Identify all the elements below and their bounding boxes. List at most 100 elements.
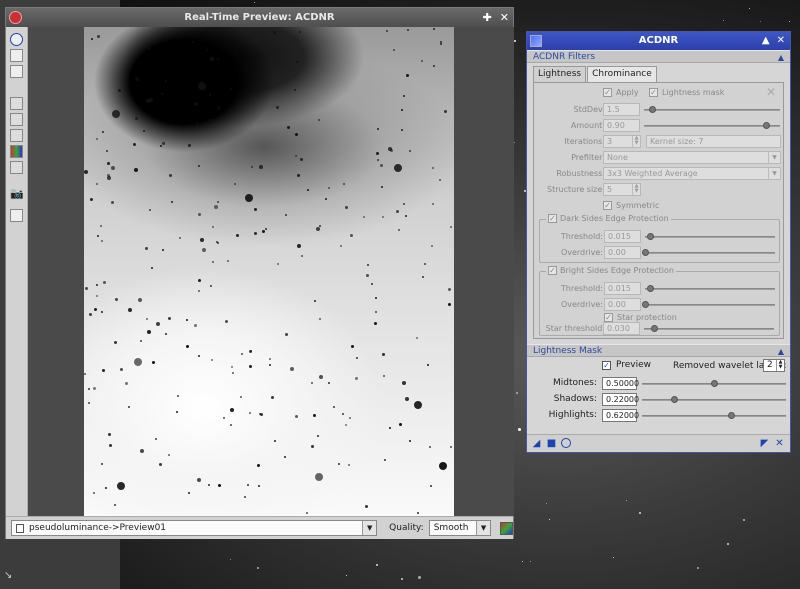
collapse-icon[interactable]: ▲ (778, 51, 784, 64)
bright-threshold-slider[interactable] (645, 285, 775, 292)
image-star (198, 81, 207, 90)
spin-arrows-icon[interactable]: ▲ ▼ (632, 136, 640, 147)
image-star (258, 413, 261, 416)
close-icon[interactable]: ✕ (777, 32, 785, 50)
slider-thumb[interactable] (647, 233, 655, 240)
star-threshold-field[interactable]: 0.030 (603, 322, 640, 335)
bright-overdrive-field[interactable]: 0.00 (604, 298, 641, 311)
image-star (210, 359, 213, 362)
image-star (164, 332, 167, 335)
midtones-slider[interactable] (642, 380, 786, 387)
desktop-arrow-icon[interactable]: ↘ (4, 570, 16, 582)
structure-size-spinner[interactable]: 5 ▲ ▼ (603, 183, 641, 196)
iterations-spinner[interactable]: 3 ▲ ▼ (603, 135, 641, 148)
blue-channel-icon[interactable] (10, 129, 23, 142)
shadows-label: Shadows: (553, 394, 597, 404)
green-channel-icon[interactable] (10, 113, 23, 126)
symmetric-checkbox[interactable]: ✓ (603, 201, 612, 210)
structure-size-value: 5 (607, 185, 613, 194)
image-star (139, 340, 142, 343)
slider-thumb[interactable] (728, 412, 736, 419)
wavelet-layers-spinner[interactable]: 2 ▲ ▼ (763, 359, 785, 372)
shadows-slider[interactable] (642, 396, 786, 403)
dark-overdrive-slider[interactable] (642, 249, 775, 256)
spin-arrows-icon[interactable]: ▲ ▼ (632, 184, 640, 195)
chevron-down-icon[interactable]: ▼ (768, 152, 780, 163)
dark-threshold-field[interactable]: 0.015 (604, 230, 641, 243)
close-x-icon[interactable]: ✕ (766, 85, 776, 99)
quality-select[interactable]: Smooth ▼ (428, 520, 492, 536)
lightness-mask-checkbox[interactable]: ✓ (649, 88, 658, 97)
dark-overdrive-field[interactable]: 0.00 (604, 246, 641, 259)
filters-section-header[interactable]: ACDNR Filters ▲ (527, 50, 790, 63)
preview-title-bar[interactable]: Real-Time Preview: ACDNR ✚ ✕ (6, 8, 513, 27)
star (723, 20, 725, 22)
slider-thumb[interactable] (763, 122, 771, 129)
image-star (116, 482, 125, 490)
amount-slider[interactable] (644, 122, 780, 129)
bright-overdrive-slider[interactable] (642, 301, 775, 308)
slider-thumb[interactable] (642, 301, 649, 308)
red-channel-icon[interactable] (10, 97, 23, 110)
stddev-slider[interactable] (644, 106, 780, 113)
chevron-down-icon[interactable]: ▼ (362, 521, 377, 535)
mask-section-header[interactable]: Lightness Mask ▲ (527, 344, 790, 357)
slider-thumb[interactable] (670, 396, 678, 403)
documentation-icon[interactable]: ◤ (759, 438, 770, 449)
slider-thumb[interactable] (711, 380, 718, 387)
tab-lightness[interactable]: Lightness (533, 66, 587, 82)
bright-threshold-field[interactable]: 0.015 (604, 282, 641, 295)
close-icon[interactable]: ✕ (500, 8, 509, 27)
chevron-down-icon[interactable]: ▼ (476, 521, 491, 535)
camera-icon[interactable]: 📷 (10, 187, 24, 200)
stddev-label: StdDev: (573, 105, 605, 114)
realtime-preview-icon[interactable] (561, 438, 571, 448)
zoom-full-icon[interactable] (10, 65, 23, 78)
zoom-fit-icon[interactable] (10, 49, 23, 62)
slider-thumb[interactable] (649, 106, 657, 113)
dark-threshold-slider[interactable] (645, 233, 775, 240)
shade-icon[interactable]: ▲ (762, 32, 770, 50)
highlights-slider[interactable] (642, 412, 786, 419)
apply-global-icon[interactable]: ■ (546, 438, 557, 449)
tab-chrominance[interactable]: Chrominance (587, 66, 657, 82)
slider-thumb[interactable] (651, 325, 659, 332)
slider-thumb[interactable] (647, 285, 655, 292)
new-instance-icon[interactable]: ◢ (531, 438, 542, 449)
slider-thumb[interactable] (642, 249, 649, 256)
acdnr-title-bar[interactable]: ACDNR ▲ ✕ (527, 32, 790, 50)
preview-image[interactable] (84, 27, 454, 516)
image-star (316, 227, 321, 232)
apply-checkbox[interactable]: ✓ (603, 88, 612, 97)
highlights-field[interactable]: 0.62000 (602, 409, 639, 422)
star-threshold-slider[interactable] (644, 325, 774, 332)
process-icon[interactable] (9, 11, 22, 24)
spin-arrows-icon[interactable]: ▲ ▼ (776, 360, 784, 371)
realtime-icon[interactable] (10, 33, 23, 46)
view-select[interactable]: pseudoluminance->Preview01 ▼ (11, 520, 378, 536)
color-icon[interactable] (500, 521, 514, 535)
image-star (149, 209, 152, 212)
stddev-field[interactable]: 1.5 (603, 103, 640, 116)
midtones-field[interactable]: 0.50000 (602, 377, 639, 390)
shadows-field[interactable]: 0.22000 (602, 393, 639, 406)
rgb-channel-icon[interactable] (10, 145, 23, 158)
window-icon[interactable] (10, 209, 23, 222)
robustness-select[interactable]: 3x3 Weighted Average ▼ (603, 167, 781, 180)
image-star (110, 166, 115, 171)
bright-sides-checkbox[interactable]: ✓ (548, 266, 557, 275)
image-star (449, 225, 452, 228)
dark-sides-title: Dark Sides Edge Protection (560, 214, 669, 223)
reset-icon[interactable]: ✕ (774, 438, 785, 449)
image-star (371, 282, 374, 285)
mask-preview-checkbox[interactable]: ✓ (602, 361, 611, 370)
image-star (120, 367, 124, 371)
dark-sides-checkbox[interactable]: ✓ (548, 214, 557, 223)
luminance-icon[interactable] (10, 161, 23, 174)
image-star (236, 233, 239, 237)
star-protection-checkbox[interactable]: ✓ (604, 313, 613, 322)
chevron-down-icon[interactable]: ▼ (768, 168, 780, 179)
amount-field[interactable]: 0.90 (603, 119, 640, 132)
prefilter-select[interactable]: None ▼ (603, 151, 781, 164)
shade-icon[interactable]: ✚ (483, 8, 492, 27)
